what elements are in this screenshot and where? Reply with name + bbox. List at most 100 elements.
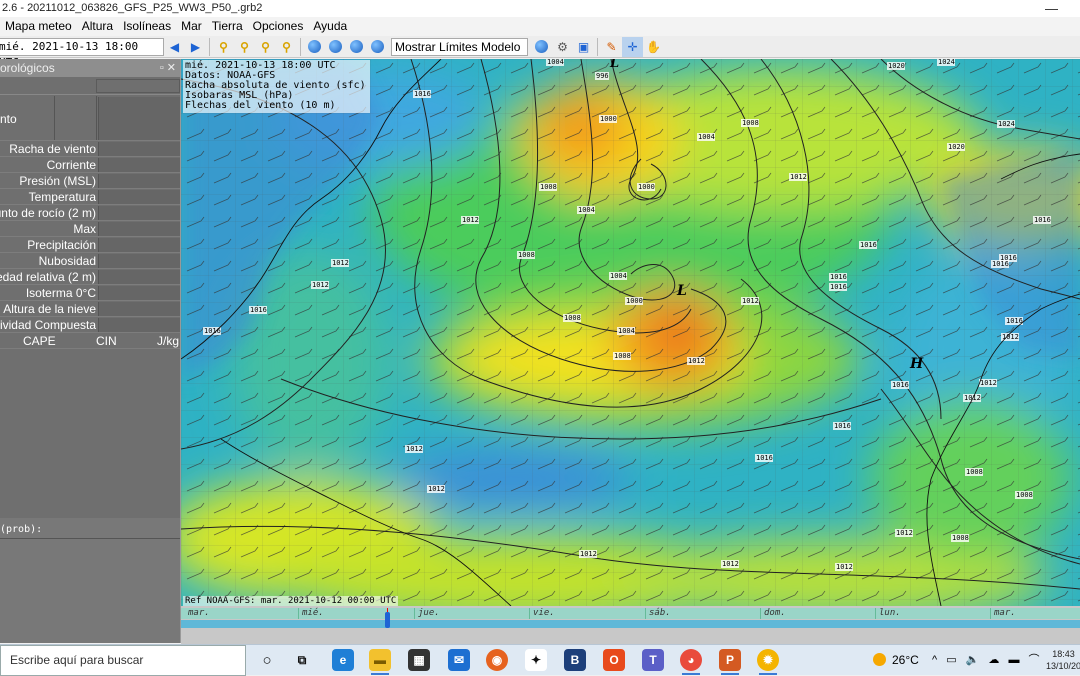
panel-value-cell — [98, 97, 180, 140]
timeline-day: jue. — [414, 608, 440, 619]
panel-row-cape[interactable]: CAPE CIN J/kg — [0, 333, 180, 349]
taskbar: Escribe aquí para buscar ○ ⧉ e ▬ ▦ ✉ ◉ ✦… — [0, 644, 1080, 676]
panel-row[interactable]: Corriente — [0, 157, 180, 173]
panel-row[interactable]: Max — [0, 221, 180, 237]
svg-text:1016: 1016 — [414, 90, 431, 98]
zoom-area-icon[interactable]: ⚲ — [276, 37, 297, 57]
dropbox-icon[interactable]: ✦ — [525, 649, 547, 671]
panel-row[interactable]: medad relativa (2 m) — [0, 269, 180, 285]
zoom-in-icon[interactable]: ⚲ — [213, 37, 234, 57]
high-pressure-marker: H — [909, 356, 924, 372]
svg-text:1004: 1004 — [618, 327, 635, 335]
pan-left-icon[interactable] — [304, 37, 325, 57]
panel-row-wind: nto — [0, 96, 180, 141]
svg-text:1008: 1008 — [614, 352, 631, 360]
svg-text:996: 996 — [596, 72, 609, 80]
menu-ayuda[interactable]: Ayuda — [308, 17, 352, 36]
panel-row[interactable]: Nubosidad — [0, 253, 180, 269]
hand-icon[interactable]: ✋ — [643, 37, 664, 57]
previous-step-icon[interactable]: ◀ — [164, 37, 185, 57]
window-title-bar: 2.6 - 20211012_063826_GFS_P25_WW3_P50_.g… — [0, 0, 1080, 17]
timeline-track[interactable] — [181, 620, 1080, 628]
panel-row[interactable]: Racha de viento — [0, 141, 180, 157]
svg-text:1012: 1012 — [580, 550, 597, 558]
panel-row[interactable]: Precipitación — [0, 237, 180, 253]
powerpoint-icon[interactable]: P — [719, 649, 741, 675]
menu-isolineas[interactable]: Isolíneas — [118, 17, 176, 36]
bing-icon[interactable]: B — [564, 649, 586, 671]
low-pressure-marker-north: L — [609, 59, 619, 71]
svg-text:1008: 1008 — [518, 251, 535, 259]
next-step-icon[interactable]: ▶ — [185, 37, 206, 57]
menu-opciones[interactable]: Opciones — [248, 17, 309, 36]
panel-row[interactable]: Isoterma 0°C — [0, 285, 180, 301]
chrome-icon[interactable]: ◕ — [680, 649, 702, 675]
timeline-slider-handle[interactable] — [385, 612, 390, 628]
menu-tierra[interactable]: Tierra — [207, 17, 248, 36]
svg-text:1016: 1016 — [834, 422, 851, 430]
model-limits-select[interactable]: Mostrar Límites Modelo ⌄ — [391, 37, 528, 70]
svg-text:1004: 1004 — [610, 272, 627, 280]
menu-mar[interactable]: Mar — [176, 17, 207, 36]
mail-icon[interactable]: ✉ — [448, 649, 470, 671]
timeline[interactable]: mar. mié. jue. vie. sáb. dom. lun. mar. — [181, 606, 1080, 644]
menu-mapa-meteo[interactable]: Mapa meteo — [0, 17, 77, 36]
edge-icon[interactable]: e — [332, 649, 354, 671]
zoom-fit-icon[interactable]: ⚲ — [255, 37, 276, 57]
svg-text:1020: 1020 — [948, 143, 965, 151]
weather-map[interactable]: 1004 996 1000 1004 1008 1020 1024 1024 1… — [181, 59, 1080, 606]
panel-row[interactable]: Presión (MSL) — [0, 173, 180, 189]
menu-bar: Mapa meteo Altura Isolíneas Mar Tierra O… — [0, 17, 1080, 36]
system-tray[interactable]: ^ ▭ 🔈 ☁ ▬ ⌒ — [932, 645, 1043, 676]
map-legend: mié. 2021-10-13 18:00 UTC Datos: NOAA-GF… — [183, 60, 370, 113]
panel-row[interactable]: Punto de rocío (2 m) — [0, 205, 180, 221]
timeline-day: lun. — [875, 608, 901, 619]
taskbar-search-input[interactable]: Escribe aquí para buscar — [0, 645, 246, 676]
teams-icon[interactable]: T — [642, 649, 664, 671]
svg-text:1012: 1012 — [896, 529, 913, 537]
svg-text:1016: 1016 — [830, 283, 847, 291]
file-explorer-icon[interactable]: ▬ — [369, 649, 391, 675]
svg-text:1016: 1016 — [992, 260, 1009, 268]
panel-row[interactable]: Temperatura — [0, 189, 180, 205]
pan-up-icon[interactable] — [346, 37, 367, 57]
panel-float-icon[interactable]: ▫ ✕ — [160, 59, 176, 77]
panel-row-label: ectividad Compuesta — [0, 318, 96, 332]
store-icon[interactable]: ▦ — [408, 649, 430, 671]
panel-row[interactable]: Altura de la nieve — [0, 301, 180, 317]
date-select[interactable]: mié. 2021-10-13 18:00 UTC ⌄ — [0, 37, 164, 69]
clock-time: 18:43 — [1052, 649, 1075, 659]
pan-down-icon[interactable] — [367, 37, 388, 57]
svg-text:1012: 1012 — [688, 357, 705, 365]
timeline-days: mar. mié. jue. vie. sáb. dom. lun. mar. — [181, 608, 1080, 619]
svg-text:1016: 1016 — [204, 327, 221, 335]
xygrib-icon[interactable]: ✹ — [757, 649, 779, 675]
weather-widget[interactable]: 26°C — [873, 645, 919, 676]
sidebar: orológicos ▫ ✕ nto Racha de viento Corri… — [0, 59, 181, 643]
cortana-icon[interactable]: ○ — [256, 649, 278, 671]
pencil-icon[interactable]: ✎ — [601, 37, 622, 57]
menu-altura[interactable]: Altura — [77, 17, 118, 36]
zoom-out-icon[interactable]: ⚲ — [234, 37, 255, 57]
panel-row-label: Presión (MSL) — [19, 174, 96, 188]
minimize-button[interactable]: — — [1045, 0, 1058, 17]
timeline-day: vie. — [529, 608, 555, 619]
panel-header: orológicos ▫ ✕ — [0, 59, 180, 77]
firefox-icon[interactable]: ◉ — [486, 649, 508, 671]
cape-label: CAPE — [23, 334, 56, 348]
office-icon[interactable]: O — [603, 649, 625, 671]
settings-icon[interactable]: ⚙ — [552, 37, 573, 57]
task-view-icon[interactable]: ⧉ — [291, 649, 313, 671]
crosshair-icon[interactable]: ✛ — [622, 36, 643, 57]
panel-row-label: Nubosidad — [38, 254, 96, 268]
pan-right-icon[interactable] — [325, 37, 346, 57]
svg-text:1004: 1004 — [578, 206, 595, 214]
svg-text:1012: 1012 — [722, 560, 739, 568]
download-icon[interactable] — [531, 37, 552, 57]
panel-row[interactable]: ectividad Compuesta — [0, 317, 180, 333]
panel-row-label: Racha de viento — [9, 142, 96, 156]
chart-icon[interactable]: ▣ — [573, 37, 594, 57]
svg-text:1008: 1008 — [742, 119, 759, 127]
taskbar-clock[interactable]: 18:43 13/10/20 — [1046, 648, 1080, 672]
search-placeholder: Escribe aquí para buscar — [10, 653, 144, 667]
